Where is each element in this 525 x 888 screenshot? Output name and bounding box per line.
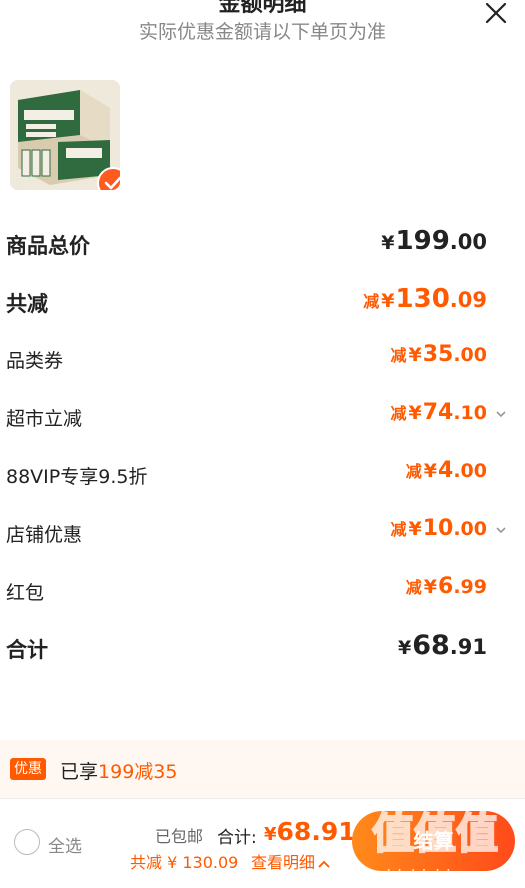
promo-text: 已享199减35 (60, 757, 177, 784)
total-amount: ¥68.91 (264, 817, 356, 846)
currency-symbol: ¥ (408, 402, 422, 424)
row-total-price: 商品总价 ¥199.00 (0, 222, 525, 262)
currency-symbol: ¥ (423, 460, 438, 482)
amount-integer: 74 (422, 400, 454, 425)
selected-check-badge (97, 167, 120, 190)
currency-symbol: ¥ (381, 232, 395, 254)
row-grand-total: 合计 ¥68.91 (0, 626, 525, 666)
currency-symbol: ¥ (264, 824, 277, 845)
amount-decimal: .99 (453, 576, 487, 598)
row-88vip-discount: 88VIP专享9.5折 减 ¥4.00 (0, 454, 525, 494)
amount-decimal: .00 (453, 344, 487, 366)
chevron-down-icon[interactable] (495, 408, 507, 420)
reduce-prefix: 减 (390, 404, 407, 423)
amount-decimal: .00 (449, 230, 487, 254)
reduce-prefix: 减 (363, 292, 380, 311)
amount-integer: 68 (412, 630, 450, 661)
currency-symbol: ¥ (381, 290, 395, 312)
saved-amount: 共减 ¥ 130.09 (130, 853, 239, 872)
row-label: 品类券 (6, 350, 64, 372)
free-shipping-label: 已包邮 (155, 827, 204, 846)
amount-decimal: .00 (453, 460, 487, 482)
promo-tag: 优惠 (10, 758, 46, 780)
row-amount: 减 ¥10.00 (390, 516, 487, 541)
reduce-prefix: 减 (390, 346, 407, 365)
amount-decimal: .09 (449, 288, 487, 312)
reduce-prefix: 减 (390, 520, 407, 539)
row-amount: ¥68.91 (398, 630, 487, 661)
amount-decimal: .91 (449, 635, 487, 659)
row-amount: 减 ¥6.99 (406, 574, 487, 599)
promo-prefix: 已享 (60, 761, 99, 783)
amount-integer: 35 (422, 342, 454, 367)
currency-symbol: ¥ (408, 344, 422, 366)
promo-highlight: 199减35 (98, 761, 178, 783)
select-all-radio[interactable] (14, 829, 40, 855)
row-amount: 减 ¥130.09 (363, 284, 487, 314)
view-detail-link[interactable]: 查看明细 (251, 849, 331, 873)
row-supermarket-discount[interactable]: 超市立减 减 ¥74.10 (0, 396, 525, 436)
amount-decimal: .00 (453, 518, 487, 540)
currency-symbol: ¥ (423, 576, 438, 598)
sheet-header: 金额明细 实际优惠金额请以下单页为准 (0, 0, 525, 56)
row-total-discount: 共减 减 ¥130.09 (0, 280, 525, 320)
total-value: 68.91 (276, 817, 356, 846)
total-label: 合计: (217, 828, 257, 848)
row-label: 超市立减 (6, 408, 83, 430)
amount-integer: 6 (438, 574, 454, 599)
view-detail-label: 查看明细 (251, 853, 316, 872)
bottom-bar: 全选 已包邮 合计: ¥68.91 共减 ¥ 130.09 查看明细 结算 (0, 798, 525, 888)
row-red-packet: 红包 减 ¥6.99 (0, 570, 525, 610)
select-all-label[interactable]: 全选 (48, 832, 82, 857)
row-label: 红包 (6, 582, 45, 604)
row-category-coupon: 品类券 减 ¥35.00 (0, 338, 525, 378)
row-label: 商品总价 (6, 234, 90, 258)
chevron-up-icon (318, 860, 330, 868)
row-amount: ¥199.00 (381, 226, 487, 256)
amount-integer: 10 (422, 516, 454, 541)
row-label: 共减 (6, 292, 48, 316)
product-thumbnail[interactable] (10, 80, 120, 190)
row-shop-discount[interactable]: 店铺优惠 减 ¥10.00 (0, 512, 525, 552)
reduce-prefix: 减 (405, 578, 422, 597)
checkmark-icon (104, 176, 120, 190)
sheet-subtitle: 实际优惠金额请以下单页为准 (138, 21, 386, 43)
row-amount: 减 ¥4.00 (406, 458, 487, 483)
row-amount: 减 ¥74.10 (390, 400, 487, 425)
promo-bar: 优惠 已享199减35 (0, 740, 525, 798)
row-amount: 减 ¥35.00 (390, 342, 487, 367)
row-label: 店铺优惠 (6, 524, 83, 546)
currency-symbol: ¥ (397, 637, 412, 659)
checkout-button[interactable]: 结算 (352, 811, 515, 871)
amount-integer: 199 (395, 226, 450, 256)
row-label: 合计 (6, 638, 48, 662)
chevron-down-icon[interactable] (495, 524, 507, 536)
amount-integer: 4 (438, 458, 454, 483)
amount-decimal: .10 (453, 402, 487, 424)
reduce-prefix: 减 (405, 462, 422, 481)
row-label: 88VIP专享9.5折 (6, 466, 148, 488)
amount-integer: 130 (395, 284, 450, 314)
sheet-title: 金额明细 (218, 0, 307, 17)
currency-symbol: ¥ (408, 518, 422, 540)
close-icon[interactable] (485, 2, 507, 24)
